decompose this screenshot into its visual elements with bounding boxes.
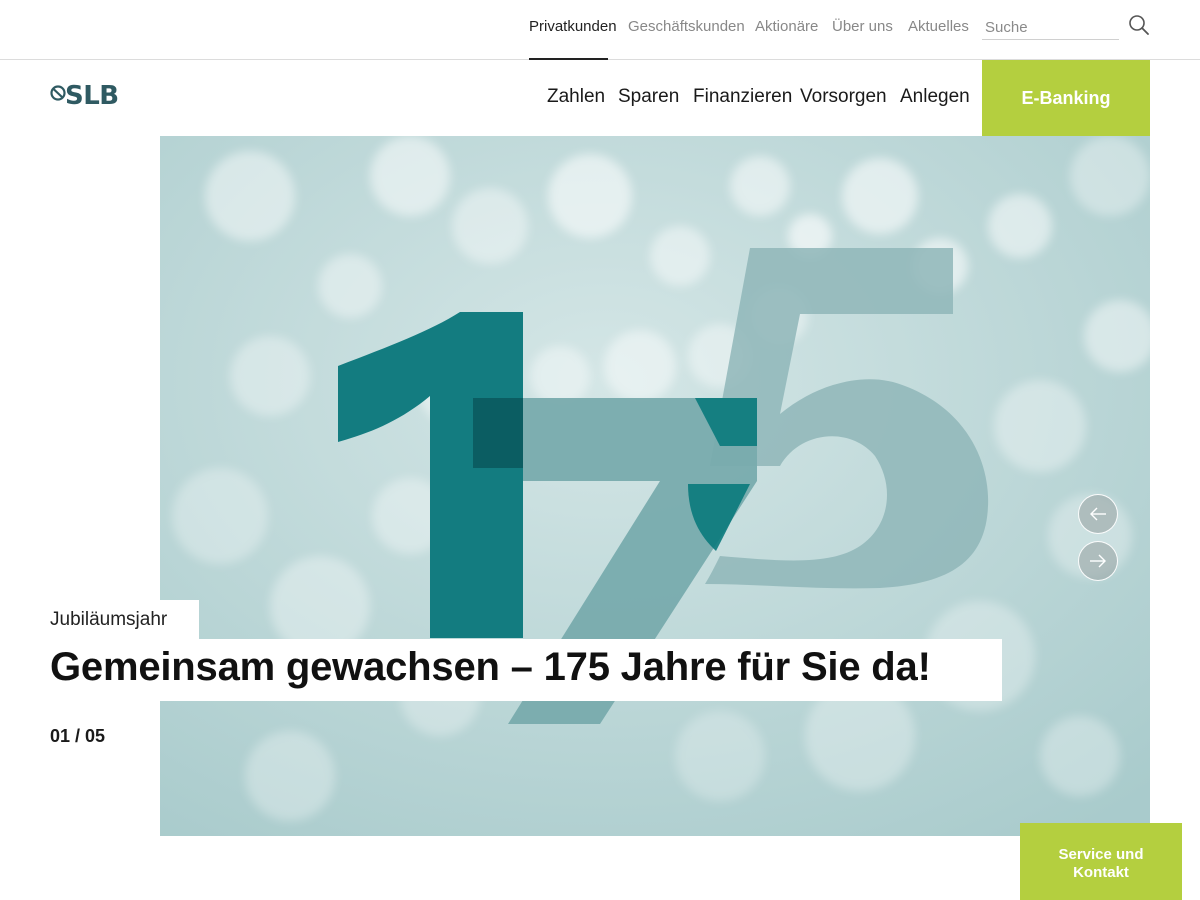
main-nav-finanzieren[interactable]: Finanzieren: [693, 86, 792, 108]
hero-headline[interactable]: Gemeinsam gewachsen – 175 Jahre für Sie …: [36, 639, 1002, 701]
hero-image: [160, 136, 1150, 836]
logo-text: SLB: [65, 81, 119, 111]
top-utility-bar: Privatkunden Geschäftskunden Aktionäre Ü…: [0, 0, 1200, 60]
carousel-prev-button[interactable]: [1078, 494, 1118, 534]
search-icon[interactable]: [1128, 14, 1150, 36]
top-nav-aktionaere[interactable]: Aktionäre: [755, 18, 818, 35]
e-banking-button[interactable]: E-Banking: [982, 60, 1150, 136]
active-nav-indicator: [529, 58, 608, 60]
main-nav-sparen[interactable]: Sparen: [618, 86, 679, 108]
carousel-next-button[interactable]: [1078, 541, 1118, 581]
main-nav-anlegen[interactable]: Anlegen: [900, 86, 970, 108]
main-nav-vorsorgen[interactable]: Vorsorgen: [800, 86, 887, 108]
top-nav-privatkunden[interactable]: Privatkunden: [529, 18, 617, 35]
globe-icon: [50, 85, 66, 101]
main-nav-zahlen[interactable]: Zahlen: [547, 86, 605, 108]
top-nav: Privatkunden Geschäftskunden Aktionäre Ü…: [0, 0, 1200, 60]
hero-banner: [160, 136, 1150, 836]
slide-counter: 01 / 05: [50, 726, 106, 746]
slb-logo[interactable]: SLB: [50, 81, 135, 114]
service-contact-button[interactable]: Service und Kontakt: [1020, 823, 1182, 900]
top-nav-geschaeftskunden[interactable]: Geschäftskunden: [628, 18, 745, 35]
search-input[interactable]: [982, 16, 1119, 40]
arrow-right-icon: [1090, 554, 1106, 568]
top-nav-aktuelles[interactable]: Aktuelles: [908, 18, 969, 35]
service-contact-label: Service und Kontakt: [1058, 845, 1144, 881]
hero-eyebrow: Jubiläumsjahr: [36, 600, 199, 639]
top-nav-ueber-uns[interactable]: Über uns: [832, 18, 893, 35]
arrow-left-icon: [1090, 507, 1106, 521]
